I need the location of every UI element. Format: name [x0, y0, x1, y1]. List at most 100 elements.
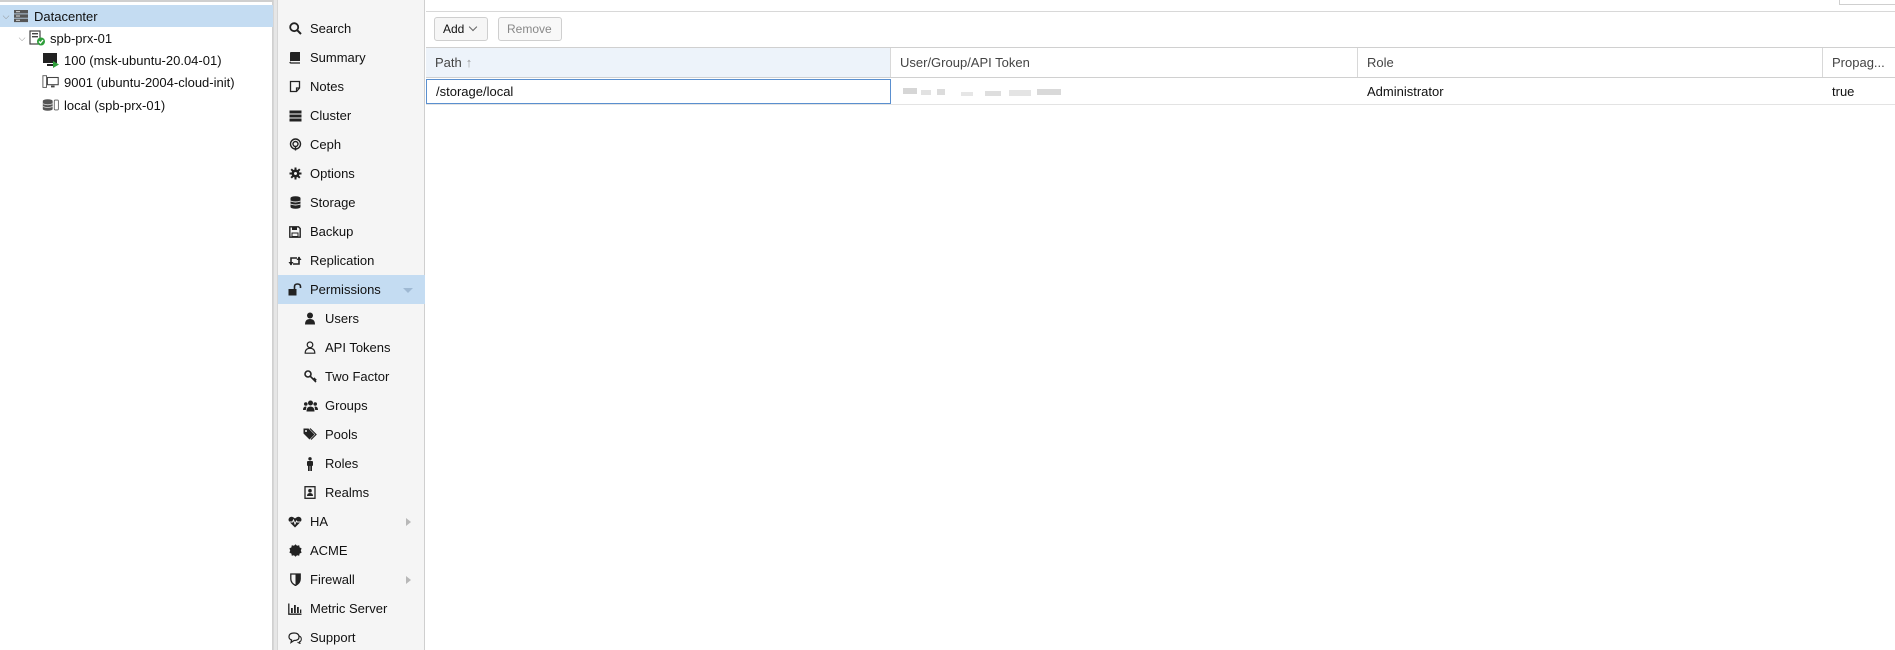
- search-icon: [287, 21, 303, 37]
- panel-header-strip: [426, 0, 1895, 12]
- nav-item-label: Permissions: [310, 282, 381, 297]
- column-header-label: Propag...: [1832, 55, 1885, 70]
- cell-role[interactable]: Administrator: [1358, 79, 1823, 104]
- column-header-label: User/Group/API Token: [900, 55, 1030, 70]
- tree-item-label: local (spb-prx-01): [64, 97, 166, 113]
- nav-item-label: Support: [310, 630, 356, 645]
- nav-item-summary[interactable]: Summary: [278, 43, 425, 72]
- collapse-icon[interactable]: ⌵: [0, 5, 12, 27]
- column-header-role[interactable]: Role: [1358, 48, 1823, 77]
- gear-icon: [287, 166, 303, 182]
- vm-template-icon: [42, 74, 60, 90]
- column-header-propagate[interactable]: Propag...: [1823, 48, 1895, 77]
- nav-item-users[interactable]: Users: [278, 304, 425, 333]
- nav-item-options[interactable]: Options: [278, 159, 425, 188]
- nav-item-firewall[interactable]: Firewall: [278, 565, 425, 594]
- nav-item-label: Summary: [310, 50, 366, 65]
- floppy-icon: [287, 224, 303, 240]
- nav-item-roles[interactable]: Roles: [278, 449, 425, 478]
- nav-item-label: Storage: [310, 195, 356, 210]
- add-button[interactable]: Add: [434, 17, 488, 41]
- tree-item-storage-local[interactable]: local (spb-prx-01): [0, 94, 273, 116]
- tree-item-datacenter[interactable]: ⌵ Datacenter: [0, 5, 273, 27]
- expanded-arrow-icon[interactable]: [403, 288, 413, 293]
- nav-item-search[interactable]: Search: [278, 14, 425, 43]
- address-book-icon: [302, 485, 318, 501]
- users-icon: [302, 398, 318, 414]
- cell-user[interactable]: [891, 79, 1358, 104]
- nav-item-label: Groups: [325, 398, 368, 413]
- permissions-panel: Add Remove Path ↑ User/Group/API Token R…: [426, 0, 1895, 650]
- retweet-icon: [287, 253, 303, 269]
- ceph-icon: [287, 137, 303, 153]
- tree-item-node[interactable]: ⌵ spb-prx-01: [0, 27, 273, 49]
- nav-item-label: Roles: [325, 456, 359, 471]
- user-icon: [302, 311, 318, 327]
- cell-text: Administrator: [1367, 84, 1444, 99]
- cell-propagate[interactable]: true: [1823, 79, 1895, 104]
- nav-item-label: ACME: [310, 543, 348, 558]
- nav-item-ceph[interactable]: Ceph: [278, 130, 425, 159]
- nav-item-label: Replication: [310, 253, 375, 268]
- chevron-down-icon: [469, 22, 478, 32]
- nav-item-notes[interactable]: Notes: [278, 72, 425, 101]
- column-header-label: Role: [1367, 55, 1394, 70]
- add-button-label: Add: [443, 22, 465, 36]
- tree-item-label: Datacenter: [34, 8, 98, 24]
- remove-button[interactable]: Remove: [498, 17, 562, 41]
- expand-arrow-icon[interactable]: [406, 518, 411, 526]
- bar-chart-icon: [287, 601, 303, 617]
- storage-icon: [42, 97, 60, 113]
- certificate-icon: [287, 543, 303, 559]
- nav-item-cluster[interactable]: Cluster: [278, 101, 425, 130]
- nav-item-groups[interactable]: Groups: [278, 391, 425, 420]
- nav-item-realms[interactable]: Realms: [278, 478, 425, 507]
- notes-icon: [287, 79, 303, 95]
- comments-icon: [287, 630, 303, 646]
- header-corner-button[interactable]: [1839, 0, 1895, 5]
- expand-arrow-icon[interactable]: [406, 576, 411, 584]
- nav-item-label: Firewall: [310, 572, 355, 587]
- nav-item-acme[interactable]: ACME: [278, 536, 425, 565]
- vm-running-icon: [42, 52, 60, 68]
- nav-item-two-factor[interactable]: Two Factor: [278, 362, 425, 391]
- nav-item-ha[interactable]: HA: [278, 507, 425, 536]
- nav-item-api-tokens[interactable]: API Tokens: [278, 333, 425, 362]
- tree-item-label: 9001 (ubuntu-2004-cloud-init): [64, 74, 235, 90]
- cell-path[interactable]: /storage/local: [426, 79, 891, 104]
- tree-item-label: 100 (msk-ubuntu-20.04-01): [64, 52, 222, 68]
- nav-item-label: Search: [310, 21, 352, 36]
- table-row[interactable]: /storage/local Administrator true: [426, 79, 1895, 105]
- datacenter-nav-menu: Search Summary Notes Cluster Ceph Option…: [278, 0, 425, 650]
- heartbeat-icon: [287, 514, 303, 530]
- nav-item-support[interactable]: Support: [278, 623, 425, 650]
- male-icon: [302, 456, 318, 472]
- unlock-icon: [287, 282, 303, 298]
- nav-item-label: API Tokens: [325, 340, 391, 355]
- nav-item-label: Realms: [325, 485, 370, 500]
- nav-item-replication[interactable]: Replication: [278, 246, 425, 275]
- nav-item-storage[interactable]: Storage: [278, 188, 425, 217]
- column-header-label: Path: [435, 55, 462, 70]
- tree-item-vm-100[interactable]: 100 (msk-ubuntu-20.04-01): [0, 49, 273, 71]
- nav-item-label: HA: [310, 514, 329, 529]
- nav-item-metric-server[interactable]: Metric Server: [278, 594, 425, 623]
- nav-item-permissions[interactable]: Permissions: [278, 275, 425, 304]
- tree-item-vm-9001[interactable]: 9001 (ubuntu-2004-cloud-init): [0, 71, 273, 93]
- grid-header: Path ↑ User/Group/API Token Role Propag.…: [426, 48, 1895, 78]
- remove-button-label: Remove: [507, 22, 552, 36]
- nav-item-label: Metric Server: [310, 601, 388, 616]
- shield-icon: [287, 572, 303, 588]
- cell-text: true: [1832, 84, 1855, 99]
- nav-item-backup[interactable]: Backup: [278, 217, 425, 246]
- column-header-user[interactable]: User/Group/API Token: [891, 48, 1358, 77]
- tags-icon: [302, 427, 318, 443]
- tree-top-border: [0, 0, 273, 2]
- nav-item-label: Options: [310, 166, 355, 181]
- column-header-path[interactable]: Path ↑: [426, 48, 891, 77]
- resource-tree: ⌵ Datacenter ⌵ spb-prx-01 100 (msk-ubunt…: [0, 0, 273, 650]
- cell-text: /storage/local: [436, 84, 514, 99]
- nav-item-pools[interactable]: Pools: [278, 420, 425, 449]
- collapse-icon[interactable]: ⌵: [16, 27, 28, 49]
- nav-item-label: Users: [325, 311, 359, 326]
